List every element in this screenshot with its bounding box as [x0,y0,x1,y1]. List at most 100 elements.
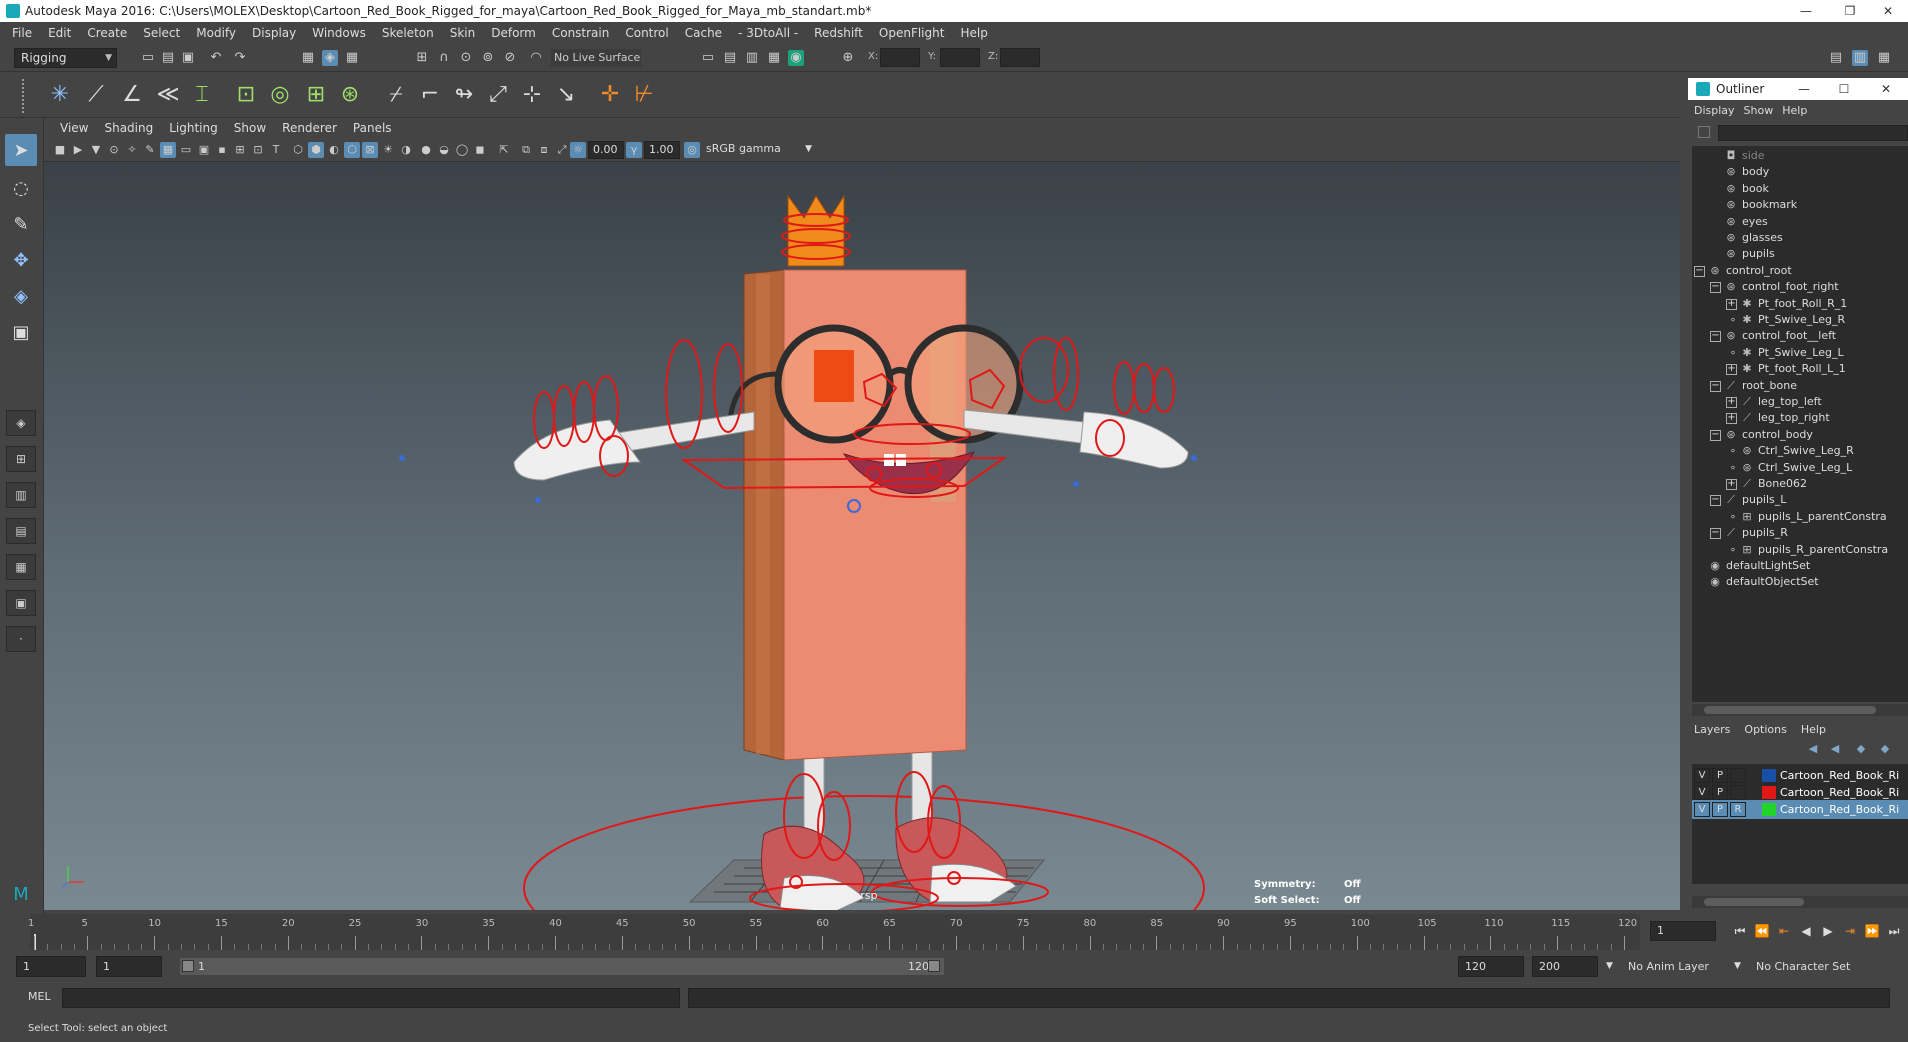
joint-tool-icon[interactable]: ✳ [44,79,76,111]
channel-box-icon[interactable]: ▤ [1828,50,1844,66]
camera-select-icon[interactable]: ■ [52,142,68,158]
persp-viewport[interactable]: persp Symmetry: Off Soft Select: Off [44,162,1680,910]
ipr-render-icon[interactable]: ▥ [744,50,760,66]
lights-icon[interactable]: ☀ [380,142,396,158]
menu-display[interactable]: Display [244,26,304,40]
step-back-key-icon[interactable]: ⇤ [1774,922,1794,940]
exposure-field[interactable]: 0.00 [588,141,624,159]
menu-create[interactable]: Create [79,26,135,40]
view-transform-dropdown[interactable]: sRGB gamma ▼ [702,141,814,159]
layer-list[interactable]: V P Cartoon_Red_Book_Ri V P Cartoon_Red_Book_… [1692,764,1908,884]
collapse-icon[interactable]: − [1710,429,1721,441]
gamma-icon[interactable]: γ [626,142,642,158]
film-gate-icon[interactable]: ▭ [178,142,194,158]
constraint-scale-icon[interactable]: ⤢ [482,79,514,111]
expand-icon[interactable]: + [1726,397,1737,408]
script-language-toggle[interactable]: MEL [28,990,51,1003]
collapse-icon[interactable]: − [1710,495,1721,507]
camera-zoom-icon[interactable]: ⤢ [554,142,570,158]
step-back-icon[interactable]: ⏪ [1752,922,1772,940]
field-chart-icon[interactable]: ⊞ [232,142,248,158]
playback-end-field[interactable]: 120 [1458,956,1524,977]
playback-start-field[interactable]: 1 [96,956,162,977]
move-layer-down-icon[interactable]: ◀ [1826,742,1844,755]
layer-color-swatch[interactable] [1762,786,1776,799]
snap-view-icon[interactable]: ⊚ [480,50,496,66]
collapse-icon[interactable]: − [1710,528,1721,540]
remove-influence-icon[interactable]: ⊬ [628,79,660,111]
new-layer-selected-icon[interactable]: ◆ [1852,742,1870,755]
search-icon[interactable] [1698,126,1710,138]
wireframe-icon[interactable]: ⬡ [290,142,306,158]
redo-icon[interactable]: ↷ [232,50,248,66]
menu-file[interactable]: File [4,26,40,40]
anim-layer-dropdown[interactable]: No Anim Layer [1628,956,1709,977]
visibility-toggle[interactable]: V [1694,802,1710,817]
expand-icon[interactable]: + [1726,298,1737,310]
time-slider[interactable]: 1 5 10 15 20 25 30 35 40 45 50 55 60 65 70 75 80 85 90 95 10… [0,914,1908,950]
layer-menu-help[interactable]: Help [1801,723,1840,736]
snap-surface-icon[interactable]: ⊘ [502,50,518,66]
menu-windows[interactable]: Windows [304,26,374,40]
four-view-layout-icon[interactable]: ⊞ [6,446,36,472]
reference-toggle[interactable] [1730,768,1746,783]
transform-mode-icon[interactable]: ⊕ [840,50,856,66]
outliner-menu-display[interactable]: Display [1694,104,1744,117]
bookmark-icon[interactable]: ▼ [88,142,104,158]
modeling-toolkit-icon[interactable]: ▥ [1852,50,1868,66]
range-end-handle[interactable] [928,960,940,972]
constraint-point-icon[interactable]: ⌿ [380,79,412,111]
menu-3dtoall[interactable]: - 3DtoAll - [730,26,806,40]
panel-menu-lighting[interactable]: Lighting [161,121,226,135]
shadows-icon[interactable]: ◑ [398,142,414,158]
default-material-icon[interactable]: ◐ [326,142,342,158]
resolution-gate-icon[interactable]: ▣ [196,142,212,158]
timeline-ruler[interactable]: 1 5 10 15 20 25 30 35 40 45 50 55 60 65 70 75 80 85 90 95 10… [28,914,1640,950]
outliner-close-button[interactable]: ✕ [1866,78,1906,100]
persp-outliner-layout-icon[interactable]: ▥ [6,482,36,508]
scene-canvas[interactable] [44,162,1680,910]
reference-toggle[interactable] [1730,785,1746,800]
layer-menu-options[interactable]: Options [1744,723,1800,736]
panel-menu-shading[interactable]: Shading [96,121,161,135]
hypershade-icon[interactable]: ◉ [788,50,804,66]
character-set-dropdown[interactable]: No Character Set [1756,956,1850,977]
command-input[interactable] [62,988,680,1008]
constraint-pole-icon[interactable]: ↘ [550,79,582,111]
select-component-icon[interactable]: ▦ [344,50,360,66]
anti-alias-icon[interactable]: ◯ [454,142,470,158]
panel-menu-show[interactable]: Show [226,121,274,135]
scrollbar-thumb[interactable] [1704,706,1876,714]
menu-deform[interactable]: Deform [483,26,544,40]
collapse-icon[interactable]: − [1710,331,1721,343]
constraint-parent-icon[interactable]: ⊹ [516,79,548,111]
outliner-minimize-button[interactable]: — [1784,78,1824,100]
undo-icon[interactable]: ↶ [208,50,224,66]
menu-select[interactable]: Select [135,26,188,40]
outliner-maximize-button[interactable]: ☐ [1824,78,1864,100]
reference-toggle[interactable]: R [1730,802,1746,817]
range-track[interactable]: 1 120 [180,958,944,975]
animation-end-field[interactable]: 200 [1532,956,1598,977]
outliner-search-input[interactable] [1718,125,1908,141]
layer-menu-layers[interactable]: Layers [1694,723,1744,736]
layer-color-swatch[interactable] [1762,803,1776,816]
lasso-tool-icon[interactable]: ◌ [5,172,37,204]
color-management-icon[interactable]: ◎ [684,142,700,158]
panel-menu-renderer[interactable]: Renderer [274,121,345,135]
menu-openflight[interactable]: OpenFlight [871,26,953,40]
gamma-field[interactable]: 1.00 [644,141,680,159]
panel-menu-view[interactable]: View [52,121,96,135]
layout-options-icon[interactable]: · [6,626,36,652]
select-hierarchy-icon[interactable]: ▦ [300,50,316,66]
quick-rig-icon[interactable]: ⊡ [230,79,262,111]
move-tool-icon[interactable]: ✥ [5,244,37,276]
playback-toggle[interactable]: P [1712,802,1728,817]
safe-action-icon[interactable]: ⊡ [250,142,266,158]
open-scene-icon[interactable]: ▤ [160,50,176,66]
crown-control[interactable] [781,194,851,267]
expand-icon[interactable]: + [1726,479,1737,490]
paint-select-icon[interactable]: ✎ [5,208,37,240]
2d-pan-zoom-icon[interactable]: ✧ [124,142,140,158]
snap-curve-icon[interactable]: ∩ [436,50,452,66]
